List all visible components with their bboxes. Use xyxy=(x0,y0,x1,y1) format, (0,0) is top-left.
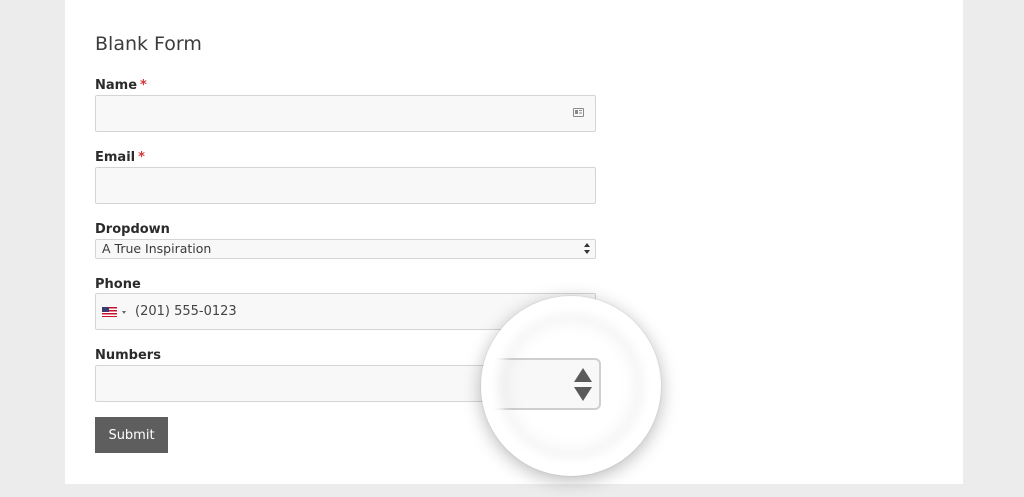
magnifier-callout xyxy=(481,296,661,476)
name-label-text: Name xyxy=(95,78,138,93)
dropdown-select[interactable]: A True Inspiration xyxy=(95,239,596,259)
email-label: Email * xyxy=(95,150,145,165)
required-marker: * xyxy=(138,150,145,165)
numbers-label: Numbers xyxy=(95,348,161,363)
name-label: Name * xyxy=(95,78,147,93)
us-flag-icon[interactable] xyxy=(102,307,117,317)
select-arrows-icon xyxy=(584,243,591,255)
form-title: Blank Form xyxy=(95,33,202,55)
email-label-text: Email xyxy=(95,150,136,165)
dropdown-label: Dropdown xyxy=(95,222,170,237)
submit-button[interactable]: Submit xyxy=(95,417,168,453)
required-marker: * xyxy=(140,78,147,93)
name-input[interactable] xyxy=(95,95,596,132)
phone-value: (201) 555-0123 xyxy=(135,304,237,319)
email-input[interactable] xyxy=(95,167,596,204)
contact-card-icon[interactable] xyxy=(573,108,584,117)
chevron-down-icon[interactable] xyxy=(122,311,126,314)
dropdown-selected-value: A True Inspiration xyxy=(102,241,212,256)
phone-label: Phone xyxy=(95,277,141,292)
